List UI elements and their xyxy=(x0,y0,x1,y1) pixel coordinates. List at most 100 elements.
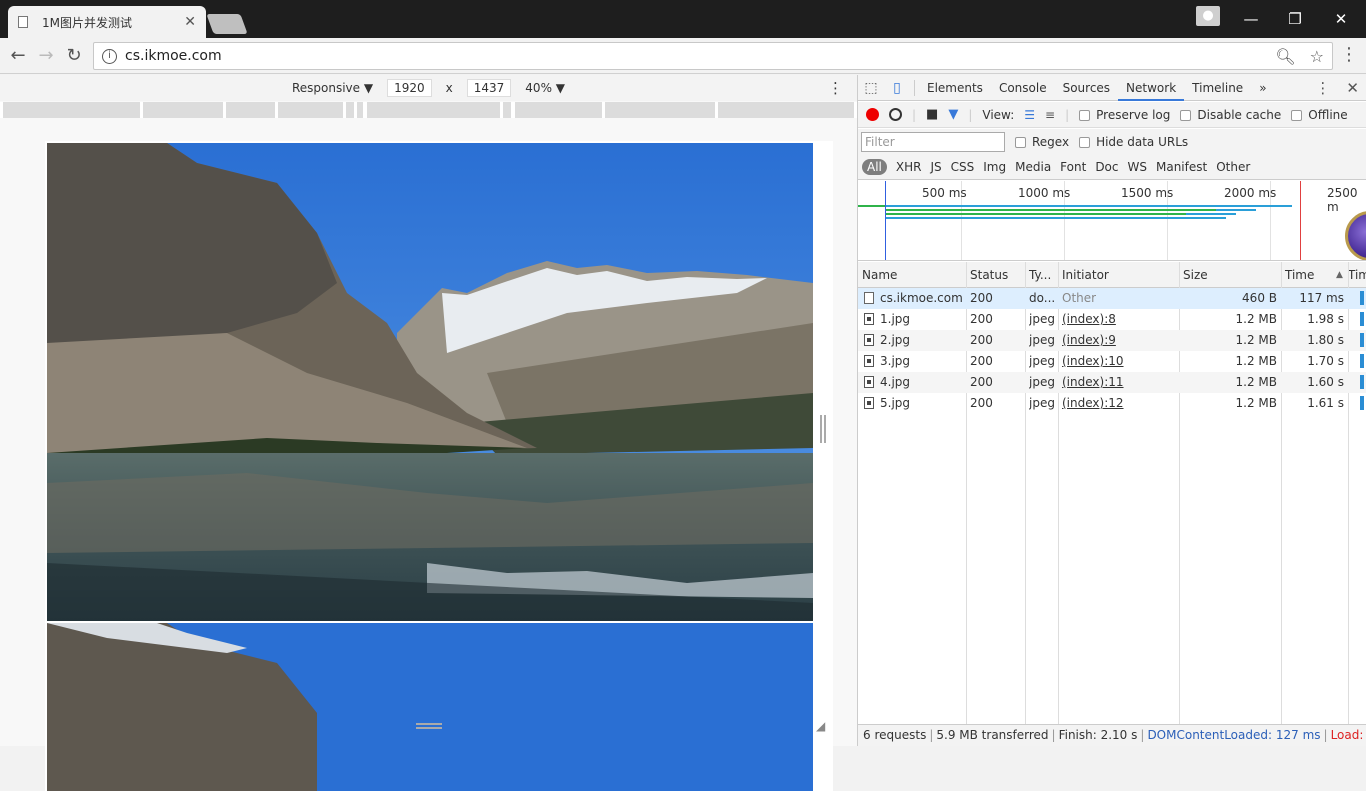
filter-bar: Filter Regex Hide data URLs xyxy=(858,129,1366,155)
regex-checkbox[interactable]: Regex xyxy=(1015,135,1069,149)
screenshot-camera-icon[interactable]: ■ xyxy=(926,107,938,122)
network-overview-timeline[interactable]: 500 ms 1000 ms 1500 ms 2000 ms 2500 m xyxy=(858,181,1366,261)
timeline-tick-label: 1500 ms xyxy=(1121,186,1174,200)
hide-data-urls-checkbox[interactable]: Hide data URLs xyxy=(1079,135,1188,149)
tab-console[interactable]: Console xyxy=(991,75,1055,101)
summary-requests: 6 requests xyxy=(863,728,927,742)
col-time[interactable]: Time xyxy=(1281,262,1336,288)
waterfall-view-icon[interactable]: ≡ xyxy=(1045,108,1055,122)
initiator-link[interactable]: (index):12 xyxy=(1062,396,1124,410)
device-more-icon[interactable]: ⋮ xyxy=(828,79,843,97)
offline-checkbox[interactable]: Offline xyxy=(1291,108,1348,122)
table-row[interactable]: 2.jpg 200 jpeg (index):9 1.2 MB 1.80 s xyxy=(858,330,1366,351)
tab-sources[interactable]: Sources xyxy=(1055,75,1118,101)
reload-icon[interactable]: ↻ xyxy=(62,44,86,68)
times-label: x xyxy=(445,81,453,95)
viewport-height-handle[interactable] xyxy=(416,723,442,729)
initiator-link[interactable]: (index):9 xyxy=(1062,333,1116,347)
tab-elements[interactable]: Elements xyxy=(919,75,991,101)
close-window-button[interactable]: ✕ xyxy=(1318,8,1364,30)
lake-photo-2 xyxy=(47,623,813,791)
viewport-corner-resize-icon[interactable]: ◢ xyxy=(816,719,830,733)
tab-timeline[interactable]: Timeline xyxy=(1184,75,1251,101)
device-mode-icon[interactable]: ▯ xyxy=(884,80,910,96)
media-query-ruler[interactable] xyxy=(0,102,857,118)
table-row[interactable]: 1.jpg 200 jpeg (index):8 1.2 MB 1.98 s xyxy=(858,309,1366,330)
initiator-link[interactable]: (index):8 xyxy=(1062,312,1116,326)
table-row[interactable]: cs.ikmoe.com 200 do... Other 460 B 117 m… xyxy=(858,288,1366,309)
viewport-width-handle[interactable] xyxy=(820,415,826,443)
image-file-icon xyxy=(864,376,874,388)
browser-tab[interactable]: 1M图片并发测试 ✕ xyxy=(8,6,206,38)
col-type[interactable]: Ty... xyxy=(1025,262,1058,288)
type-filter-font[interactable]: Font xyxy=(1060,160,1086,174)
device-select[interactable]: Responsive ▼ xyxy=(292,81,373,95)
zoom-icon[interactable]: 🔍︎ xyxy=(1275,47,1295,66)
type-filter-css[interactable]: CSS xyxy=(951,160,975,174)
filter-funnel-icon[interactable]: ▼ xyxy=(948,107,958,122)
initiator-link[interactable]: (index):11 xyxy=(1062,375,1124,389)
inspect-element-icon[interactable]: ⬚ xyxy=(858,80,884,96)
image-file-icon xyxy=(864,397,874,409)
bookmark-star-icon[interactable]: ☆ xyxy=(1310,47,1324,66)
tab-title: 1M图片并发测试 xyxy=(42,15,132,30)
devtools-menu-icon[interactable]: ⋮ xyxy=(1315,79,1330,97)
omnibox[interactable]: i cs.ikmoe.com 🔍︎ ☆ xyxy=(93,42,1333,70)
forward-icon[interactable]: → xyxy=(34,44,58,68)
type-filter-ws[interactable]: WS xyxy=(1128,160,1147,174)
type-filter-manifest[interactable]: Manifest xyxy=(1156,160,1207,174)
zoom-select[interactable]: 40% ▼ xyxy=(525,81,565,95)
url-text[interactable]: cs.ikmoe.com xyxy=(125,48,1261,64)
type-filter-img[interactable]: Img xyxy=(983,160,1006,174)
type-filter-js[interactable]: JS xyxy=(930,160,941,174)
col-timeline[interactable]: Tim xyxy=(1348,262,1366,288)
table-row[interactable]: 5.jpg 200 jpeg (index):12 1.2 MB 1.61 s xyxy=(858,393,1366,414)
back-icon[interactable]: ← xyxy=(6,44,30,68)
address-toolbar: ← → ↻ i cs.ikmoe.com 🔍︎ ☆ ⋮ xyxy=(0,38,1366,74)
type-filter-all[interactable]: All xyxy=(862,159,887,175)
browser-tab-strip: 1M图片并发测试 ✕ ● — ❐ ✕ xyxy=(0,0,1366,38)
browser-menu-icon[interactable]: ⋮ xyxy=(1340,44,1358,65)
type-filter-doc[interactable]: Doc xyxy=(1095,160,1118,174)
table-row[interactable]: 3.jpg 200 jpeg (index):10 1.2 MB 1.70 s xyxy=(858,351,1366,372)
list-view-icon[interactable]: ☰ xyxy=(1024,108,1035,122)
overview-bar xyxy=(886,209,1216,211)
width-input[interactable]: 1920 xyxy=(387,79,432,97)
summary-load: Load: 2.14 s xyxy=(1330,728,1366,742)
col-name[interactable]: Name xyxy=(858,262,966,288)
overview-bar xyxy=(886,205,1292,207)
device-viewport: Responsive ▼ 1920 x 1437 40% ▼ ⋮ ◢ xyxy=(0,75,857,791)
height-input[interactable]: 1437 xyxy=(466,79,512,97)
table-row[interactable]: 4.jpg 200 jpeg (index):11 1.2 MB 1.60 s xyxy=(858,372,1366,393)
initiator-link[interactable]: (index):10 xyxy=(1062,354,1124,368)
image-file-icon xyxy=(864,355,874,367)
waterfall-bar xyxy=(1360,354,1364,368)
filter-input[interactable]: Filter xyxy=(861,132,1005,152)
col-initiator[interactable]: Initiator xyxy=(1058,262,1179,288)
type-filter-media[interactable]: Media xyxy=(1015,160,1051,174)
preserve-log-checkbox[interactable]: Preserve log xyxy=(1079,108,1170,122)
tab-network[interactable]: Network xyxy=(1118,75,1185,101)
network-summary-bar: 6 requests | 5.9 MB transferred | Finish: 2.… xyxy=(858,724,1366,746)
col-status[interactable]: Status xyxy=(966,262,1025,288)
image-file-icon xyxy=(864,313,874,325)
waterfall-bar xyxy=(1360,312,1364,326)
record-icon[interactable] xyxy=(866,108,879,121)
tab-close-icon[interactable]: ✕ xyxy=(184,14,196,30)
type-filter-xhr[interactable]: XHR xyxy=(896,160,922,174)
type-filter-other[interactable]: Other xyxy=(1216,160,1250,174)
maximize-button[interactable]: ❐ xyxy=(1272,8,1318,30)
tabs-overflow-icon[interactable]: » xyxy=(1251,75,1274,101)
minimize-button[interactable]: — xyxy=(1228,8,1274,30)
document-icon xyxy=(864,292,874,304)
summary-dcl: DOMContentLoaded: 127 ms xyxy=(1147,728,1321,742)
profile-icon[interactable]: ● xyxy=(1196,6,1220,26)
requests-table: Name Status Ty... Initiator Size Time ▲ … xyxy=(858,262,1366,724)
devtools-close-icon[interactable]: ✕ xyxy=(1346,79,1359,97)
new-tab-button[interactable] xyxy=(206,14,248,34)
info-icon[interactable]: i xyxy=(102,48,117,64)
clear-icon[interactable] xyxy=(889,108,902,121)
col-size[interactable]: Size xyxy=(1179,262,1281,288)
disable-cache-checkbox[interactable]: Disable cache xyxy=(1180,108,1281,122)
lake-photo-1 xyxy=(47,143,813,621)
